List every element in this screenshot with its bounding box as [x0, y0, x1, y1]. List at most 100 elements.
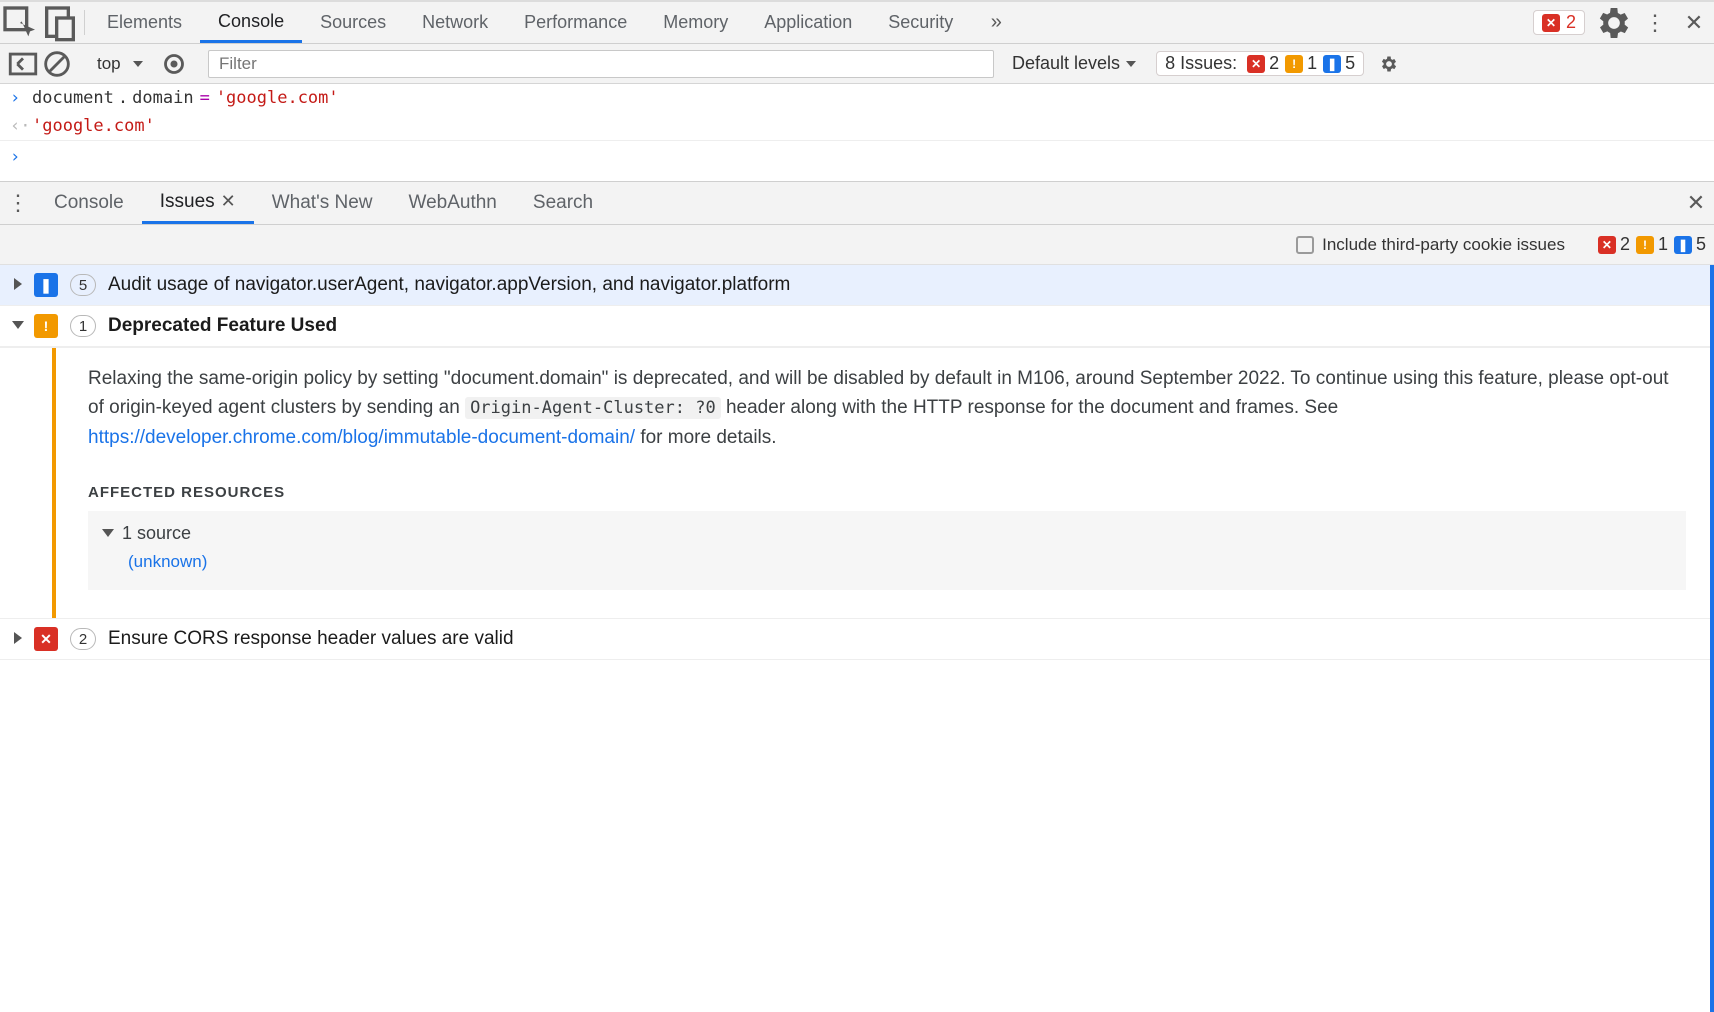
- drawer-tab-issues[interactable]: Issues ✕: [142, 182, 254, 224]
- issue-title: Audit usage of navigator.userAgent, navi…: [108, 274, 790, 296]
- separator: [84, 10, 85, 35]
- tab-security[interactable]: Security: [870, 2, 971, 43]
- close-devtools-icon[interactable]: ✕: [1674, 10, 1714, 36]
- checkbox-icon: [1296, 236, 1314, 254]
- body-code: Origin-Agent-Cluster: ?0: [465, 397, 721, 419]
- live-expression-icon[interactable]: [157, 49, 191, 79]
- error-count-pill[interactable]: ✕ 2: [1533, 10, 1585, 35]
- warning-icon: !: [1636, 236, 1654, 254]
- info-icon: ❚: [1674, 236, 1692, 254]
- affected-resources-heading: AFFECTED RESOURCES: [88, 484, 1686, 501]
- warning-count: 1: [1307, 53, 1317, 74]
- error-icon: ✕: [1542, 14, 1560, 32]
- issues-summary-pill[interactable]: 8 Issues: ✕2 !1 ❚5: [1156, 51, 1364, 76]
- log-levels-selector[interactable]: Default levels: [1004, 53, 1144, 74]
- input-chevron-icon: ›: [10, 147, 32, 167]
- tab-sources[interactable]: Sources: [302, 2, 404, 43]
- tab-elements[interactable]: Elements: [89, 2, 200, 43]
- tab-network[interactable]: Network: [404, 2, 506, 43]
- close-tab-icon[interactable]: ✕: [221, 191, 236, 212]
- tab-performance[interactable]: Performance: [506, 2, 645, 43]
- tab-label: Search: [533, 192, 593, 214]
- tab-label: Network: [422, 12, 488, 33]
- tab-label: Elements: [107, 12, 182, 33]
- code-string: 'google.com': [216, 88, 339, 108]
- close-drawer-icon[interactable]: ✕: [1678, 182, 1714, 224]
- context-label: top: [97, 54, 121, 74]
- issues-label: 8 Issues:: [1165, 53, 1237, 74]
- drawer-tab-webauthn[interactable]: WebAuthn: [391, 182, 515, 224]
- tab-memory[interactable]: Memory: [645, 2, 746, 43]
- console-settings-icon[interactable]: [1374, 54, 1404, 74]
- affected-resources-box: 1 source (unknown): [88, 511, 1686, 590]
- info-count: 5: [1345, 53, 1355, 74]
- warning-icon: !: [34, 314, 58, 338]
- expand-icon[interactable]: [14, 274, 34, 296]
- tab-label: Security: [888, 12, 953, 33]
- console-prompt[interactable]: ›: [0, 141, 1714, 173]
- tab-label: Memory: [663, 12, 728, 33]
- info-count: 5: [1696, 234, 1706, 255]
- code-string: 'google.com': [32, 116, 155, 136]
- warning-count: 1: [1658, 234, 1668, 255]
- console-input-row[interactable]: › document.domain = 'google.com': [0, 84, 1714, 112]
- device-toolbar-icon[interactable]: [40, 2, 80, 43]
- kebab-menu-icon[interactable]: ⋮: [1634, 10, 1674, 36]
- error-count: 2: [1620, 234, 1630, 255]
- drawer-tab-bar: ⋮ Console Issues ✕ What's New WebAuthn S…: [0, 181, 1714, 225]
- issues-list: ❚ 5 Audit usage of navigator.userAgent, …: [0, 265, 1714, 1012]
- toggle-sidebar-icon[interactable]: [6, 49, 40, 79]
- tab-application[interactable]: Application: [746, 2, 870, 43]
- issue-row-audit[interactable]: ❚ 5 Audit usage of navigator.userAgent, …: [0, 265, 1710, 306]
- tab-label: Console: [54, 192, 124, 214]
- tab-label: Issues: [160, 191, 215, 213]
- drawer-tab-search[interactable]: Search: [515, 182, 611, 224]
- more-tabs-icon[interactable]: »: [971, 2, 1021, 43]
- settings-icon[interactable]: [1594, 3, 1634, 43]
- expand-icon[interactable]: [14, 628, 34, 650]
- issue-detail-deprecated: Relaxing the same-origin policy by setti…: [0, 347, 1710, 619]
- collapse-icon[interactable]: [14, 315, 34, 337]
- context-selector[interactable]: top: [89, 54, 151, 74]
- tab-label: Performance: [524, 12, 627, 33]
- warning-icon: !: [1285, 55, 1303, 73]
- info-icon: ❚: [34, 273, 58, 297]
- body-link[interactable]: https://developer.chrome.com/blog/immuta…: [88, 427, 635, 448]
- checkbox-label: Include third-party cookie issues: [1322, 235, 1565, 255]
- issue-row-cors[interactable]: ✕ 2 Ensure CORS response header values a…: [0, 619, 1710, 660]
- drawer-menu-icon[interactable]: ⋮: [0, 182, 36, 224]
- source-count: 1 source: [122, 523, 191, 544]
- error-icon: ✕: [34, 627, 58, 651]
- issues-filter-bar: Include third-party cookie issues ✕2 !1 …: [0, 225, 1714, 265]
- main-tab-bar: Elements Console Sources Network Perform…: [0, 2, 1714, 44]
- tab-label: WebAuthn: [409, 192, 497, 214]
- error-icon: ✕: [1247, 55, 1265, 73]
- info-icon: ❚: [1323, 55, 1341, 73]
- collapse-icon: [104, 523, 122, 544]
- drawer-tab-whatsnew[interactable]: What's New: [254, 182, 391, 224]
- tab-label: What's New: [272, 192, 373, 214]
- tab-label: Application: [764, 12, 852, 33]
- issue-count: 5: [70, 274, 96, 296]
- console-body: › document.domain = 'google.com' ‹· 'goo…: [0, 84, 1714, 173]
- select-element-icon[interactable]: [0, 2, 40, 43]
- log-levels-label: Default levels: [1012, 53, 1120, 74]
- console-output-row[interactable]: ‹· 'google.com': [0, 112, 1714, 141]
- drawer-tab-console[interactable]: Console: [36, 182, 142, 224]
- error-count: 2: [1269, 53, 1279, 74]
- third-party-checkbox[interactable]: Include third-party cookie issues: [1296, 235, 1565, 255]
- issue-row-deprecated[interactable]: ! 1 Deprecated Feature Used: [0, 306, 1710, 347]
- clear-console-icon[interactable]: [40, 49, 74, 79]
- input-chevron-icon: ›: [10, 88, 32, 108]
- code-equals: =: [194, 88, 216, 108]
- source-toggle[interactable]: 1 source: [104, 523, 1670, 544]
- issue-counts: ✕2 !1 ❚5: [1594, 234, 1706, 255]
- issue-count: 2: [70, 628, 96, 650]
- code-dot: .: [114, 88, 132, 108]
- tab-console[interactable]: Console: [200, 2, 302, 43]
- source-link-unknown[interactable]: (unknown): [128, 552, 1670, 572]
- error-count: 2: [1566, 12, 1576, 33]
- tab-label: Console: [218, 11, 284, 32]
- filter-input[interactable]: [208, 50, 994, 78]
- body-text: for more details.: [635, 427, 777, 448]
